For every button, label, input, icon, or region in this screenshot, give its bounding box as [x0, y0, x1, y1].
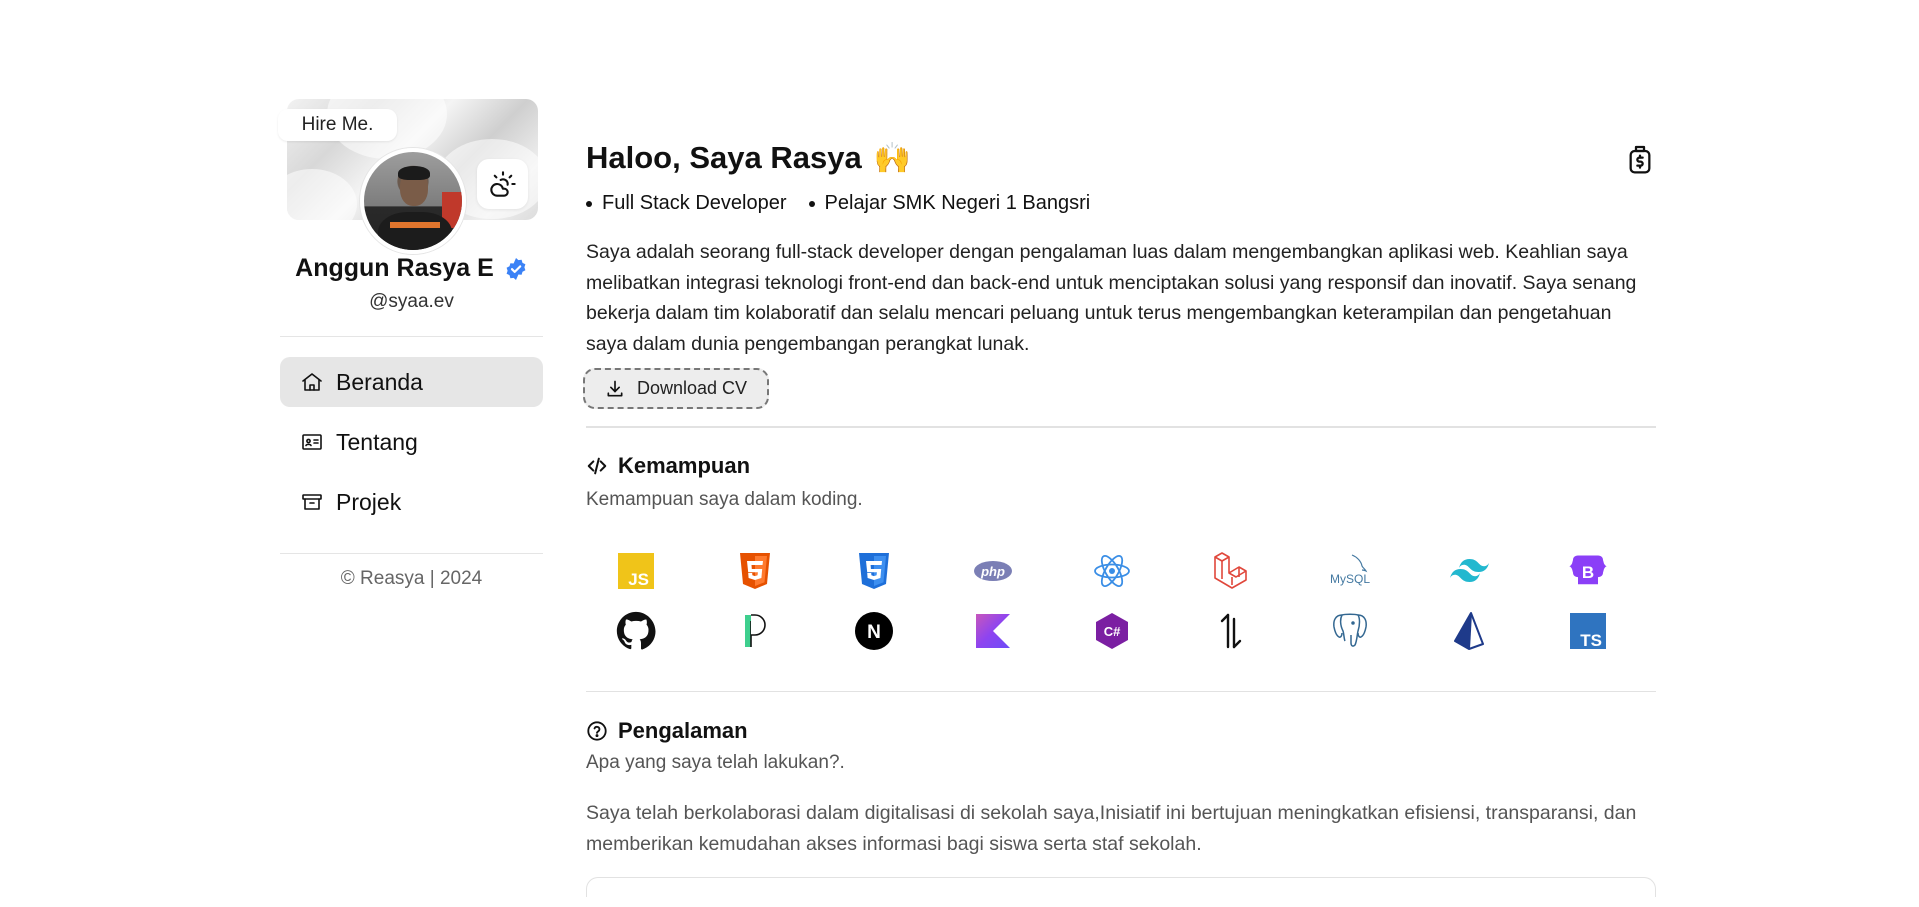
tailwind-icon — [1450, 558, 1489, 582]
sidebar-item-projek[interactable]: Projek — [280, 477, 543, 527]
bootstrap-label: B — [1582, 563, 1594, 582]
archive-box-icon — [302, 494, 322, 510]
skill-github — [616, 611, 656, 651]
bootstrap-icon: B — [1569, 555, 1607, 584]
copyright-text: © Reasya | 2024 — [340, 568, 483, 589]
skill-typescript: TS — [1568, 611, 1608, 651]
theme-toggle-button[interactable] — [477, 159, 528, 209]
skill-csharp: C# — [1092, 611, 1132, 651]
html5-icon — [740, 552, 770, 589]
sidebar-item-label: Beranda — [336, 368, 423, 395]
skill-ionic — [1211, 611, 1251, 651]
skill-laravel — [1211, 551, 1251, 591]
laravel-icon — [1214, 551, 1247, 589]
home-icon — [302, 373, 322, 391]
skills-grid: JS php MySQL B N C# TS — [586, 551, 1656, 651]
code-icon — [587, 457, 607, 474]
nextjs-icon: N — [855, 611, 893, 650]
github-icon — [616, 611, 656, 650]
nextjs-label: N — [867, 622, 881, 643]
skills-heading: Kemampuan — [586, 453, 1656, 479]
ts-label: TS — [1580, 631, 1602, 650]
skill-prisma — [1449, 611, 1489, 651]
react-icon — [1094, 554, 1130, 587]
sidebar-divider — [280, 336, 543, 337]
skill-css3 — [854, 551, 894, 591]
kotlin-icon — [976, 613, 1010, 648]
sidebar: Hire Me. Anggun Rasya E @syaa.ev Beranda… — [278, 99, 543, 590]
avatar — [360, 148, 466, 254]
download-cv-button[interactable]: Download CV — [583, 368, 769, 409]
ionic-icon — [1220, 613, 1242, 648]
hero-title: Haloo, Saya Rasya — [586, 140, 862, 175]
skill-mysql: MySQL — [1330, 551, 1370, 591]
skills-subtitle: Kemampuan saya dalam koding. — [586, 488, 863, 510]
csharp-label: C# — [1104, 624, 1121, 639]
skill-nextjs: N — [854, 611, 894, 651]
hire-me-badge[interactable]: Hire Me. — [278, 109, 397, 141]
javascript-icon: JS — [618, 552, 654, 589]
hero-title-row: Haloo, Saya Rasya 🙌 — [586, 138, 1656, 178]
profile-name: Anggun Rasya E — [295, 254, 494, 282]
money-bag-icon[interactable] — [1624, 142, 1656, 176]
download-icon — [607, 380, 623, 396]
role-item: Full Stack Developer — [586, 192, 787, 215]
main-content: Haloo, Saya Rasya 🙌 Full Stack Developer… — [583, 138, 1656, 897]
skill-php: php — [973, 551, 1013, 591]
skill-react — [1092, 551, 1132, 591]
verified-badge-icon — [506, 257, 526, 280]
hero-bio: Saya adalah seorang full-stack developer… — [586, 241, 1637, 355]
js-label: JS — [628, 570, 649, 589]
sidebar-item-beranda[interactable]: Beranda — [280, 357, 543, 407]
experience-heading: Pengalaman — [586, 718, 1656, 744]
skill-postgresql — [1330, 611, 1370, 651]
role-item: Pelajar SMK Negeri 1 Bangsri — [809, 192, 1091, 215]
profile-cover: Hire Me. — [278, 99, 538, 254]
mysql-label: MySQL — [1330, 572, 1370, 586]
skill-tailwind — [1449, 551, 1489, 591]
skill-kotlin — [973, 611, 1013, 651]
download-cv-label: Download CV — [636, 378, 748, 398]
php-label: php — [980, 564, 1005, 579]
profile-name-row: Anggun Rasya E — [280, 254, 543, 283]
section-divider — [586, 690, 1656, 692]
sidebar-divider — [280, 553, 543, 554]
sidebar-nav: Beranda Tentang Projek — [280, 357, 543, 527]
profile-handle: @syaa.ev — [369, 291, 454, 312]
experience-card — [586, 877, 1656, 897]
experience-title: Pengalaman — [618, 718, 748, 743]
experience-subtitle: Apa yang saya telah lakukan?. — [586, 752, 845, 773]
skill-html5 — [735, 551, 775, 591]
section-divider — [586, 426, 1656, 428]
experience-text: Saya telah berkolaborasi dalam digitalis… — [586, 802, 1637, 855]
skill-pinia — [735, 611, 775, 651]
sidebar-item-label: Tentang — [336, 428, 418, 455]
hero-roles: Full Stack Developer Pelajar SMK Negeri … — [586, 192, 1656, 215]
prisma-icon — [1454, 611, 1484, 650]
skill-bootstrap: B — [1568, 551, 1608, 591]
php-icon: php — [974, 560, 1012, 581]
css3-icon — [859, 552, 889, 589]
cloud-sun-icon — [489, 171, 516, 197]
pinia-icon — [745, 613, 766, 647]
csharp-icon: C# — [1096, 612, 1128, 649]
sidebar-item-tentang[interactable]: Tentang — [280, 417, 543, 467]
question-circle-icon — [587, 721, 607, 741]
skills-title: Kemampuan — [618, 452, 751, 478]
postgresql-icon — [1333, 613, 1367, 647]
typescript-icon: TS — [1570, 612, 1606, 650]
sidebar-item-label: Projek — [336, 488, 402, 515]
mysql-icon: MySQL — [1330, 553, 1370, 586]
id-card-icon — [302, 434, 322, 450]
raised-hands-emoji: 🙌 — [873, 141, 912, 175]
skill-javascript: JS — [616, 551, 656, 591]
